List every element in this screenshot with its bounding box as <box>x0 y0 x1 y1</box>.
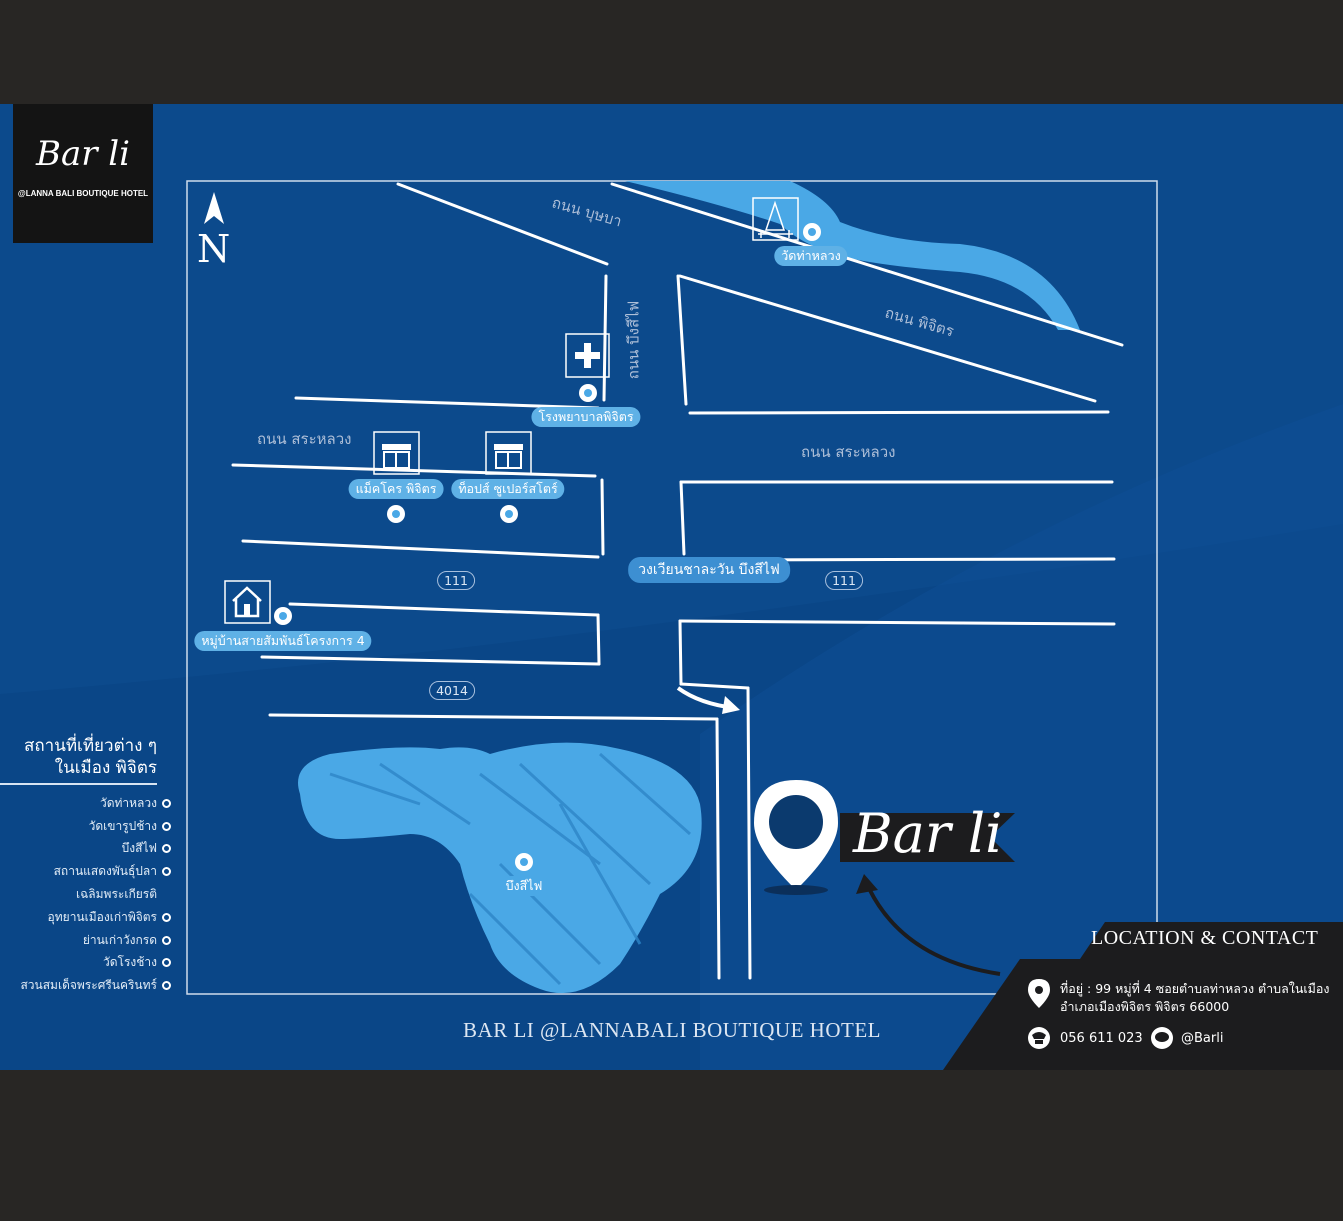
house-icon <box>224 580 271 624</box>
list-item-label: สวนสมเด็จพระศรีนครินทร์ <box>20 978 157 993</box>
bullet-icon <box>162 867 171 877</box>
list-item-label: วัดท่าหลวง <box>99 795 157 810</box>
brand-logo: Bar li @LANNA BALI BOUTIQUE HOTEL <box>13 104 153 243</box>
store-icon <box>373 431 420 475</box>
list-item: อุทยานเมืองเก่าพิจิตร <box>0 906 171 929</box>
list-item: วัดโรงช้าง <box>0 952 171 975</box>
route-111-left: 111 <box>437 571 475 590</box>
bullet-icon <box>162 958 171 968</box>
bullet-icon <box>162 935 171 945</box>
river <box>625 181 1080 330</box>
list-item: วัดท่าหลวง <box>0 792 171 815</box>
logo-subtitle: @LANNA BALI BOUTIQUE HOTEL <box>17 189 149 198</box>
hospital-icon <box>565 333 610 378</box>
list-item-label: บึงสีไฟ <box>121 841 157 856</box>
place-label-hospital: โรงพยาบาลพิจิตร <box>531 407 641 427</box>
list-item-label: อุทยานเมืองเก่าพิจิตร <box>47 909 157 924</box>
road-label-sa-luang-right: ถนน สระหลวง <box>801 443 896 461</box>
map-poster: Bar li @LANNA BALI BOUTIQUE HOTEL N ถนน … <box>0 104 1343 1070</box>
bullet-icon <box>162 798 171 808</box>
compass-label: N <box>197 227 231 271</box>
route-4014: 4014 <box>429 681 475 700</box>
contact-title: LOCATION & CONTACT <box>1091 927 1319 949</box>
barli-marker-text: Bar li <box>853 802 1003 865</box>
place-label-village: หมู่บ้านสายสัมพันธ์โครงการ 4 <box>194 631 372 651</box>
phone-icon <box>1028 1027 1050 1049</box>
list-item-label: ย่านเก่าวังกรด <box>82 932 157 947</box>
north-arrow-icon <box>204 192 224 224</box>
contact-phone[interactable]: 056 611 023 <box>1060 1031 1143 1046</box>
list-item: วัดเขารูปช้าง <box>0 815 171 838</box>
list-item: สถานแสดงพันธุ์ปลา <box>0 860 171 883</box>
road-label-bueng-si-fai: ถนน บึงสีไฟ <box>624 300 643 380</box>
bullet-spacer <box>162 890 171 899</box>
logo-text: Bar li <box>35 134 131 174</box>
list-item-label: วัดเขารูปช้าง <box>88 818 157 833</box>
list-item: เฉลิมพระเกียรติ <box>0 883 171 906</box>
address-line2: อำเภอเมืองพิจิตร พิจิตร 66000 <box>1060 999 1230 1014</box>
list-item-label: เฉลิมพระเกียรติ <box>76 887 157 902</box>
footer-title: BAR LI @LANNABALI BOUTIQUE HOTEL <box>463 1018 881 1042</box>
place-label-bueng-si-fai: บึงสีไฟ <box>498 876 550 896</box>
place-label-makro: แม็คโคร พิจิตร <box>348 479 444 499</box>
store-icon <box>485 431 532 475</box>
list-item: ย่านเก่าวังกรด <box>0 929 171 952</box>
bullet-icon <box>162 821 171 831</box>
bullet-icon <box>162 981 171 991</box>
attractions-list: วัดท่าหลวง วัดเขารูปช้าง บึงสีไฟ สถานแสด… <box>0 792 171 997</box>
line-app-icon <box>1151 1027 1173 1049</box>
list-item-label: สถานแสดงพันธุ์ปลา <box>53 864 157 879</box>
contact-line-id[interactable]: @Barli <box>1181 1031 1223 1046</box>
list-item: บึงสีไฟ <box>0 838 171 861</box>
route-111-right: 111 <box>825 571 863 590</box>
attractions-title: สถานที่เที่ยวต่าง ๆ ในเมือง พิจิตร <box>24 735 157 779</box>
road-label-sa-luang-left: ถนน สระหลวง <box>257 430 352 448</box>
list-item: สวนสมเด็จพระศรีนครินทร์ <box>0 974 171 997</box>
bullet-icon <box>162 844 171 854</box>
attractions-title-line1: สถานที่เที่ยวต่าง ๆ <box>24 736 157 756</box>
attractions-title-line2: ในเมือง พิจิตร <box>54 758 157 778</box>
contact-address: ที่อยู่ : 99 หมู่ที่ 4 ซอยตำบลท่าหลวง ตำ… <box>1060 980 1330 1016</box>
bullet-icon <box>162 912 171 922</box>
attractions-divider <box>0 783 157 785</box>
address-line1: ที่อยู่ : 99 หมู่ที่ 4 ซอยตำบลท่าหลวง ตำ… <box>1060 981 1330 996</box>
list-item-label: วัดโรงช้าง <box>102 955 157 970</box>
place-label-roundabout: วงเวียนชาละวัน บึงสีไฟ <box>628 557 790 583</box>
place-label-wat-tha-luang: วัดท่าหลวง <box>774 246 848 266</box>
place-label-tops: ท็อปส์ ซูเปอร์สโตร์ <box>451 479 565 499</box>
